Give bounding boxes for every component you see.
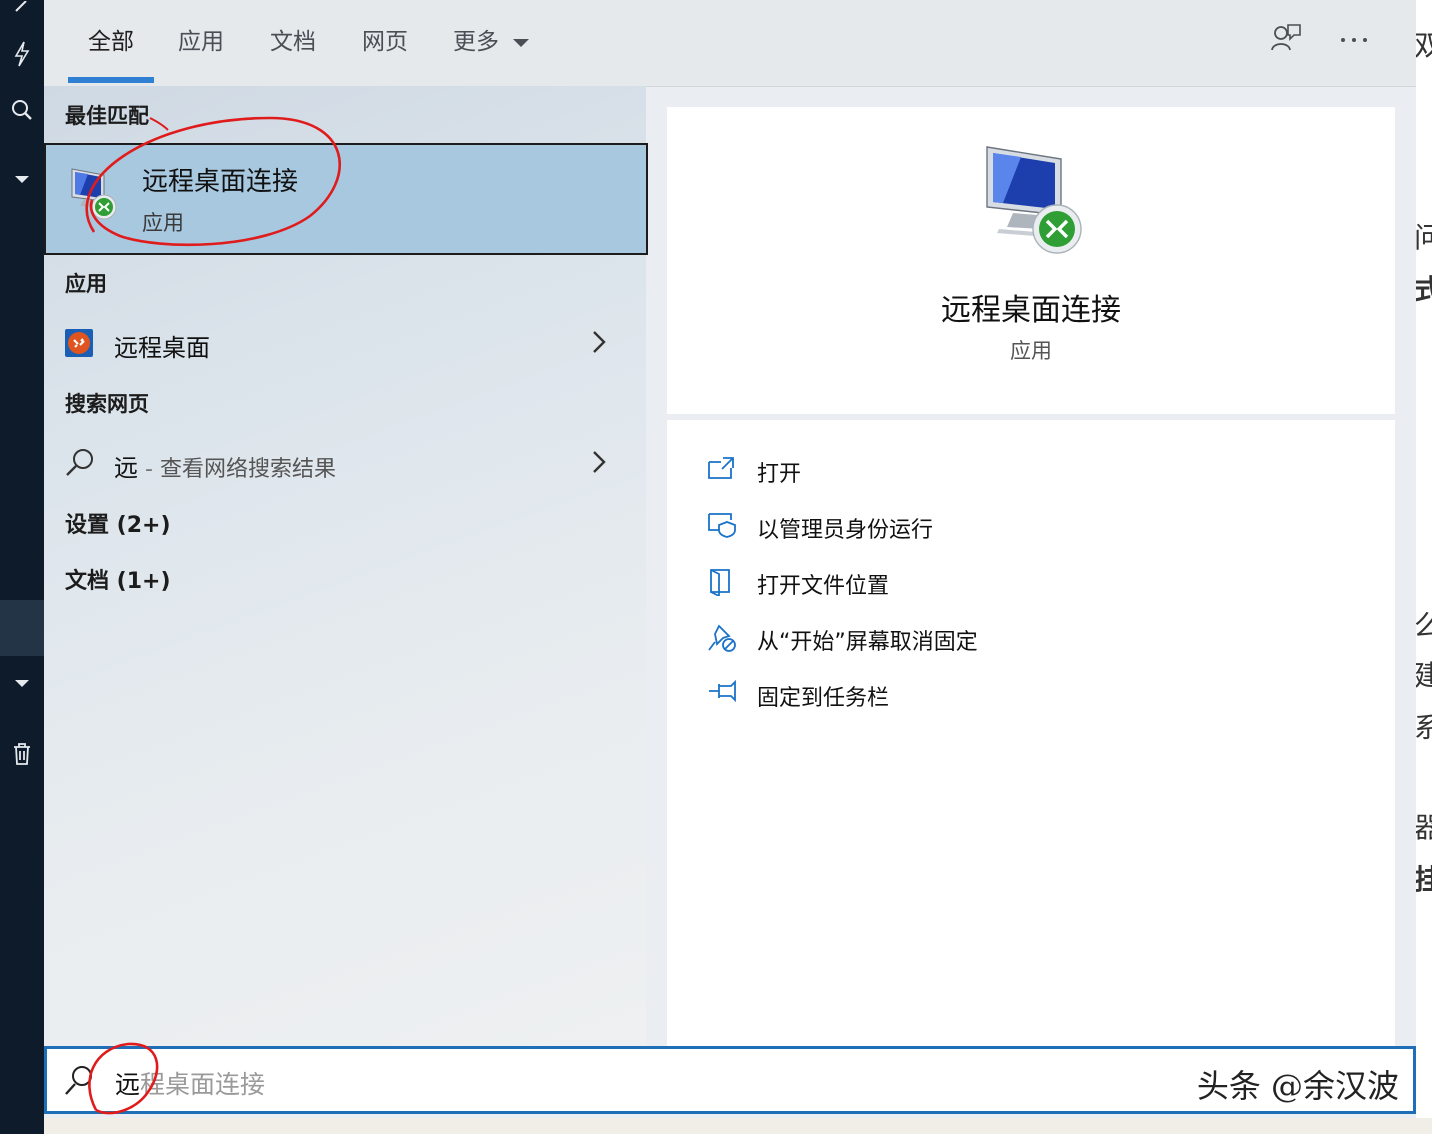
web-search-hint: 查看网络搜索结果 xyxy=(159,457,336,482)
search-input[interactable]: 远程桌面连接 xyxy=(115,1065,265,1101)
doc-fragment: 么 xyxy=(1416,609,1432,642)
tab-all[interactable]: 全部 xyxy=(88,22,134,56)
background-document: 双 问 式 么 建 系 器 挂 xyxy=(1416,0,1432,1118)
doc-fragment: 挂 xyxy=(1416,863,1432,896)
more-options-icon[interactable] xyxy=(1340,30,1368,49)
action-pin-to-taskbar[interactable]: 固定到任务栏 xyxy=(707,674,1347,714)
pin-taskbar-icon xyxy=(707,679,737,706)
search-icon[interactable] xyxy=(0,94,44,126)
tab-documents[interactable]: 文档 xyxy=(270,22,316,56)
background-strip xyxy=(44,1118,1432,1134)
action-unpin-from-start[interactable]: 从“开始”屏幕取消固定 xyxy=(707,618,1347,658)
action-open-label: 打开 xyxy=(757,462,802,487)
unpin-start-icon xyxy=(707,624,737,656)
action-pin-to-taskbar-label: 固定到任务栏 xyxy=(757,686,890,711)
taskbar-selected-slot[interactable] xyxy=(0,600,44,656)
preview-card: 远程桌面连接 应用 xyxy=(667,107,1395,414)
search-icon xyxy=(64,446,96,482)
tab-apps[interactable]: 应用 xyxy=(178,22,224,56)
doc-fragment: 建 xyxy=(1416,659,1432,692)
web-search-query: 远 xyxy=(114,454,138,482)
pen-icon[interactable] xyxy=(0,0,44,14)
file-location-icon xyxy=(707,568,735,600)
search-typed-text: 远 xyxy=(115,1070,141,1099)
taskbar-left xyxy=(0,0,44,1134)
remote-desktop-app-icon xyxy=(64,328,94,362)
action-open-file-location[interactable]: 打开文件位置 xyxy=(707,562,1347,602)
watermark: 头条 @余汉波 xyxy=(1196,1067,1399,1105)
open-icon xyxy=(707,456,735,484)
doc-fragment: 器 xyxy=(1416,811,1432,844)
trash-icon[interactable] xyxy=(0,740,44,768)
web-search-separator: - xyxy=(138,457,160,482)
tab-more-label: 更多 xyxy=(453,29,499,55)
documents-heading[interactable]: 文档 (1+) xyxy=(65,563,171,595)
chevron-right-icon[interactable] xyxy=(590,328,608,360)
preview-subtitle: 应用 xyxy=(1010,339,1052,363)
remote-desktop-label: 远程桌面 xyxy=(114,334,210,362)
web-search-heading: 搜索网页 xyxy=(65,392,149,416)
search-suggestion-text: 程桌面连接 xyxy=(140,1070,266,1099)
doc-fragment: 问 xyxy=(1416,221,1432,254)
action-run-as-admin[interactable]: 以管理员身份运行 xyxy=(707,506,1347,546)
settings-heading[interactable]: 设置 (2+) xyxy=(65,507,171,539)
best-match-heading: 最佳匹配 xyxy=(65,104,149,128)
chevron-down-icon[interactable] xyxy=(0,672,44,696)
filter-tabs: 全部 应用 文档 网页 更多 xyxy=(44,0,1416,87)
search-panel: 全部 应用 文档 网页 更多 最佳匹配 远程桌面连接 应用 应用 远程桌面 搜索… xyxy=(44,0,1416,1118)
list-item-web-search[interactable]: 远 - 查看网络搜索结果 xyxy=(44,436,646,492)
chevron-down-icon[interactable] xyxy=(0,168,44,192)
action-run-as-admin-label: 以管理员身份运行 xyxy=(757,518,934,543)
best-match-result[interactable]: 远程桌面连接 应用 xyxy=(44,143,648,255)
list-item-remote-desktop[interactable]: 远程桌面 xyxy=(44,316,646,372)
tab-web[interactable]: 网页 xyxy=(362,22,408,56)
remote-desktop-connection-large-icon xyxy=(981,145,1091,259)
apps-heading: 应用 xyxy=(65,272,107,296)
action-open-file-location-label: 打开文件位置 xyxy=(757,574,890,599)
preview-title: 远程桌面连接 xyxy=(941,293,1121,328)
web-search-text: 远 - 查看网络搜索结果 xyxy=(114,448,336,483)
search-box[interactable]: 远程桌面连接 头条 @余汉波 xyxy=(44,1046,1416,1114)
tab-more[interactable]: 更多 xyxy=(453,22,530,56)
feedback-icon[interactable] xyxy=(1270,22,1302,58)
actions-panel: 打开 以管理员身份运行 打开文件位置 从“开始”屏幕取消固定 固定到任务栏 xyxy=(667,420,1395,1046)
action-open[interactable]: 打开 xyxy=(707,450,1347,490)
caret-down-icon xyxy=(513,38,530,47)
doc-fragment: 系 xyxy=(1416,711,1432,744)
best-match-subtitle: 应用 xyxy=(142,211,184,235)
active-tab-indicator xyxy=(68,77,154,83)
doc-fragment: 双 xyxy=(1416,29,1432,62)
remote-desktop-connection-icon xyxy=(66,165,122,227)
run-as-admin-icon xyxy=(707,512,737,542)
action-unpin-from-start-label: 从“开始”屏幕取消固定 xyxy=(757,630,978,655)
doc-fragment: 式 xyxy=(1416,273,1432,306)
best-match-title: 远程桌面连接 xyxy=(142,167,299,197)
lightning-icon[interactable] xyxy=(0,38,44,70)
search-icon xyxy=(63,1063,95,1101)
chevron-right-icon[interactable] xyxy=(590,448,608,480)
